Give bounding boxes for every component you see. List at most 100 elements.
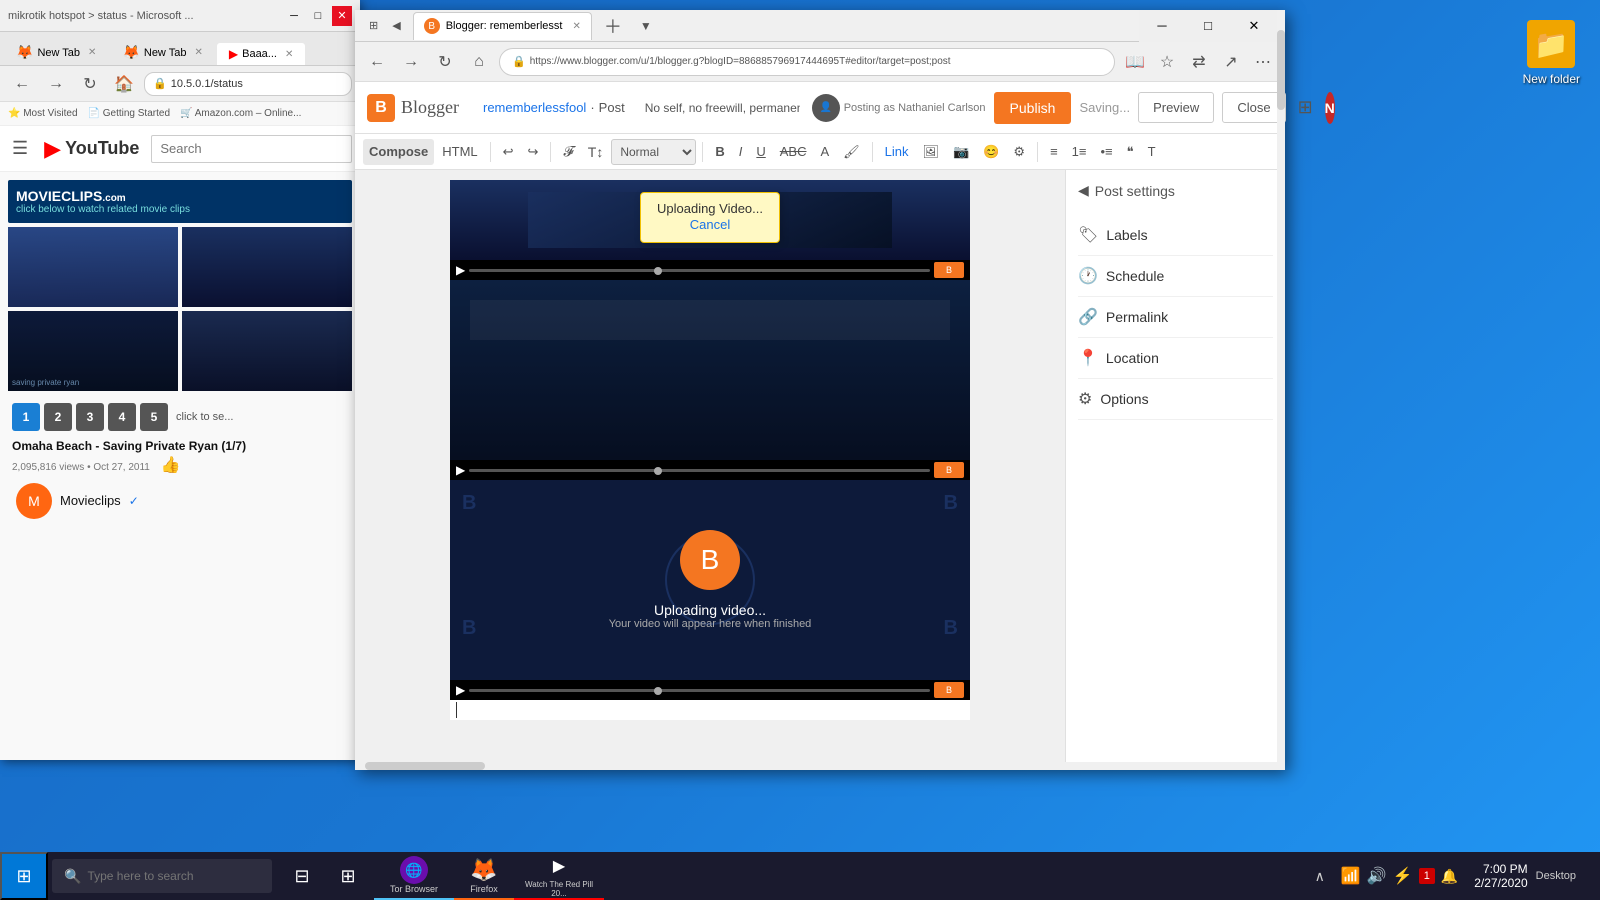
preview-button[interactable]: Preview bbox=[1138, 92, 1214, 123]
clock-display[interactable]: 7:00 PM 2/27/2020 bbox=[1474, 862, 1527, 890]
cancel-upload-link[interactable]: Cancel bbox=[690, 217, 730, 232]
desktop-show-button[interactable]: Desktop bbox=[1536, 870, 1576, 882]
progress-thumb-2[interactable] bbox=[654, 467, 662, 475]
post-description-input[interactable] bbox=[645, 101, 800, 115]
like-button[interactable]: 👍 bbox=[161, 457, 181, 474]
h-scrollbar-track[interactable] bbox=[355, 762, 1065, 770]
page-3-button[interactable]: 3 bbox=[76, 403, 104, 431]
progress-thumb-3[interactable] bbox=[654, 687, 662, 695]
emoji-button[interactable]: 😊 bbox=[977, 139, 1005, 165]
page-4-button[interactable]: 4 bbox=[108, 403, 136, 431]
maximize-button[interactable]: □ bbox=[308, 6, 328, 26]
channel-name[interactable]: Movieclips bbox=[60, 493, 121, 508]
sidebar-item-options[interactable]: ⚙ Options bbox=[1078, 379, 1273, 420]
editor-content[interactable]: Uploading Video... Cancel ▶ bbox=[355, 170, 1065, 770]
forward-btn[interactable]: → bbox=[397, 48, 425, 76]
settings-expand-icon[interactable]: ◀ bbox=[1078, 182, 1089, 199]
tab-2[interactable]: 🦊 New Tab ✕ bbox=[110, 40, 214, 65]
task-view-button[interactable]: ⊟ bbox=[280, 852, 324, 900]
play-icon-2[interactable]: ▶ bbox=[456, 463, 465, 477]
maximize-button[interactable]: □ bbox=[1185, 10, 1231, 42]
compose-button[interactable]: Compose bbox=[363, 139, 434, 165]
sidebar-item-permalink[interactable]: 🔗 Permalink bbox=[1078, 297, 1273, 338]
minimize-button[interactable]: ─ bbox=[284, 6, 304, 26]
h-scrollbar-thumb[interactable] bbox=[365, 762, 485, 770]
close-window-button[interactable]: ✕ bbox=[1231, 10, 1277, 42]
tab-3[interactable]: ▶ Baaa... ✕ bbox=[217, 43, 305, 65]
insert-image-button[interactable]: 🖼 bbox=[917, 139, 946, 165]
progress-thumb-1[interactable] bbox=[654, 267, 662, 275]
notification-badge[interactable]: 1 bbox=[1419, 868, 1435, 884]
page-2-button[interactable]: 2 bbox=[44, 403, 72, 431]
tab-3-close[interactable]: ✕ bbox=[285, 49, 293, 60]
back-tab-icon[interactable]: ◀ bbox=[386, 17, 406, 34]
minimize-button[interactable]: ─ bbox=[1139, 10, 1185, 42]
url-bar[interactable]: 🔒 https://www.blogger.com/u/1/blogger.g?… bbox=[499, 48, 1115, 76]
redo-button[interactable]: ↪ bbox=[522, 139, 545, 165]
link-button[interactable]: Link bbox=[879, 139, 915, 165]
align-button[interactable]: ≡ bbox=[1044, 139, 1064, 165]
tab-1-close[interactable]: ✕ bbox=[88, 47, 96, 58]
page-1-button[interactable]: 1 bbox=[12, 403, 40, 431]
new-tab-button[interactable]: ＋ bbox=[598, 11, 628, 41]
undo-button[interactable]: ↩ bbox=[497, 139, 520, 165]
tab-close-icon[interactable]: ✕ bbox=[572, 21, 580, 32]
progress-bar-3[interactable] bbox=[469, 689, 930, 692]
more-options-button[interactable]: ⚙ bbox=[1007, 139, 1031, 165]
show-hidden-icons-button[interactable]: ∧ bbox=[1315, 868, 1325, 885]
start-button[interactable]: ⊞ bbox=[0, 852, 48, 900]
highlight-button[interactable]: 🖌 bbox=[837, 139, 866, 165]
text-color-button[interactable]: A bbox=[814, 139, 835, 165]
sync-btn[interactable]: ⇄ bbox=[1185, 48, 1213, 76]
video-player-main[interactable]: ▶ bbox=[450, 280, 970, 460]
refresh-button[interactable]: ↻ bbox=[76, 70, 104, 98]
movie-thumb-1[interactable] bbox=[8, 227, 178, 307]
taskbar-search-input[interactable] bbox=[87, 869, 260, 883]
battery-icon[interactable]: ⚡ bbox=[1393, 866, 1413, 886]
italic-button[interactable]: I bbox=[733, 139, 749, 165]
progress-bar-1[interactable] bbox=[469, 269, 930, 272]
volume-icon[interactable]: 🔊 bbox=[1367, 866, 1387, 886]
show-desktop-button[interactable] bbox=[1584, 852, 1592, 900]
font-family-button[interactable]: 𝓕 bbox=[557, 139, 579, 165]
movie-thumb-2[interactable] bbox=[182, 227, 352, 307]
bookmark-most-visited[interactable]: ⭐ Most Visited bbox=[8, 108, 78, 119]
refresh-btn[interactable]: ↻ bbox=[431, 48, 459, 76]
font-size-button[interactable]: T↕ bbox=[582, 139, 610, 165]
user-avatar[interactable]: N bbox=[1325, 92, 1335, 124]
menu-btn[interactable]: ⋯ bbox=[1249, 48, 1277, 76]
tab-2-close[interactable]: ✕ bbox=[194, 47, 202, 58]
bold-button[interactable]: B bbox=[709, 139, 730, 165]
home-button[interactable]: 🏠 bbox=[110, 70, 138, 98]
progress-bar-2[interactable] bbox=[469, 469, 930, 472]
play-icon-1[interactable]: ▶ bbox=[456, 263, 465, 277]
movie-thumb-3[interactable]: saving private ryan bbox=[8, 311, 178, 391]
underline-button[interactable]: U bbox=[750, 139, 771, 165]
active-tab[interactable]: B Blogger: rememberlesst ✕ bbox=[413, 12, 592, 40]
apps-grid-button[interactable]: ⊞ bbox=[1298, 97, 1313, 118]
network-icon[interactable]: 📶 bbox=[1341, 866, 1361, 886]
movie-thumb-4[interactable] bbox=[182, 311, 352, 391]
taskbar-app-tor[interactable]: 🌐 Tor Browser bbox=[374, 852, 454, 900]
blockquote-button[interactable]: ❝ bbox=[1121, 139, 1140, 165]
hamburger-icon[interactable]: ☰ bbox=[8, 134, 32, 163]
reader-view-btn[interactable]: 📖 bbox=[1121, 48, 1149, 76]
share-btn[interactable]: ↗ bbox=[1217, 48, 1245, 76]
action-center-icon[interactable]: 🔔 bbox=[1441, 868, 1458, 885]
home-btn[interactable]: ⌂ bbox=[465, 48, 493, 76]
remove-format-button[interactable]: T bbox=[1142, 139, 1162, 165]
bookmark-btn[interactable]: ☆ bbox=[1153, 48, 1181, 76]
taskbar-app-redpill[interactable]: ▶ Watch The Red Pill 20... bbox=[514, 852, 604, 900]
url-display[interactable]: 🔒 10.5.0.1/status bbox=[144, 72, 352, 96]
breadcrumb-blog[interactable]: rememberlessfool bbox=[483, 100, 586, 115]
sidebar-item-labels[interactable]: 🏷 Labels bbox=[1078, 215, 1273, 256]
insert-video-button[interactable]: 📷 bbox=[947, 139, 975, 165]
search-input[interactable] bbox=[151, 135, 352, 163]
publish-button[interactable]: Publish bbox=[994, 92, 1072, 124]
close-button[interactable]: ✕ bbox=[332, 6, 352, 26]
tab-list-icon[interactable]: ⊞ bbox=[363, 17, 384, 34]
tab-1[interactable]: 🦊 New Tab ✕ bbox=[4, 40, 108, 65]
bookmark-getting-started[interactable]: 📄 Getting Started bbox=[88, 108, 171, 119]
sidebar-item-schedule[interactable]: 🕐 Schedule bbox=[1078, 256, 1273, 297]
html-button[interactable]: HTML bbox=[436, 139, 483, 165]
